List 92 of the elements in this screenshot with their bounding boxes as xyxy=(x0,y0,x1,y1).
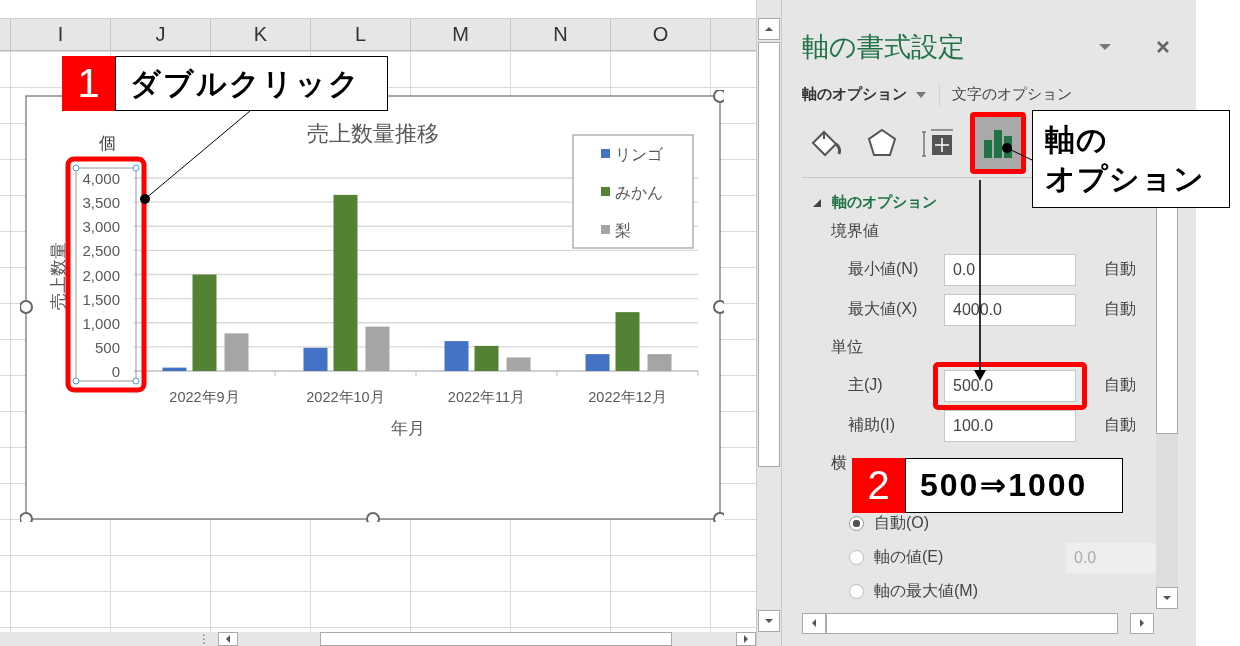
caret-icon xyxy=(1162,593,1172,602)
unit-label: 個 xyxy=(98,134,116,153)
group-label: 単位 xyxy=(831,337,863,358)
step-number: 1 xyxy=(62,56,115,111)
field-label: 主(J) xyxy=(848,375,884,396)
column-header[interactable]: N xyxy=(511,19,611,50)
selection-frame[interactable] xyxy=(72,164,140,385)
options-tab[interactable]: 文字のオプション xyxy=(952,85,1072,105)
scrollbar-thumb[interactable] xyxy=(1156,205,1178,434)
axis-title[interactable]: 売上数量 xyxy=(49,242,68,310)
axis-tick-label: 0 xyxy=(111,363,120,380)
close-icon[interactable] xyxy=(1156,40,1170,55)
legend-label: リンゴ xyxy=(615,146,663,163)
section-title[interactable]: 軸のオプション xyxy=(832,193,937,213)
callout-text: 500⇒1000 xyxy=(905,458,1123,513)
bar[interactable] xyxy=(192,274,217,371)
caret-icon xyxy=(1138,618,1146,629)
number-field[interactable]: 500.0 xyxy=(944,369,1076,402)
group-label: 横 xyxy=(831,453,847,474)
caret-icon xyxy=(742,634,751,644)
caret-icon xyxy=(764,25,774,33)
radio-button[interactable] xyxy=(849,516,864,532)
pane-title: 軸の書式設定 xyxy=(802,31,966,65)
reset-link[interactable]: 自動 xyxy=(1104,259,1136,281)
axis-title[interactable]: 年月 xyxy=(391,419,425,438)
bar[interactable] xyxy=(585,354,610,371)
caret-icon xyxy=(764,617,774,625)
axis-tick-label: 4,000 xyxy=(82,170,120,187)
column-header[interactable]: J xyxy=(111,19,211,50)
dropdown-icon[interactable] xyxy=(1098,43,1112,52)
caret-icon xyxy=(810,618,818,629)
column-header[interactable]: M xyxy=(411,19,511,50)
axis-tick-label: 3,500 xyxy=(82,194,120,212)
column-header[interactable]: I xyxy=(11,19,111,50)
column-header[interactable]: O xyxy=(611,19,711,50)
axis-tick-label: 2022年9月 xyxy=(169,389,240,405)
field-label: 最小値(N) xyxy=(848,259,920,280)
resize-handle[interactable] xyxy=(713,512,724,522)
bar[interactable] xyxy=(444,341,469,371)
legend[interactable] xyxy=(572,134,694,249)
axis-tick-label: 2,500 xyxy=(82,242,120,260)
resize-handle[interactable] xyxy=(713,300,724,314)
scroll-right-button[interactable] xyxy=(1130,612,1154,634)
axis-tick-label: 3,000 xyxy=(82,218,120,236)
scroll-up-button[interactable] xyxy=(758,18,780,40)
legend-label: みかん xyxy=(615,184,663,201)
axis-tick-label: 2022年11月 xyxy=(447,389,526,405)
scroll-down-button[interactable] xyxy=(1156,586,1178,609)
group-label: 境界値 xyxy=(831,221,879,242)
column-header[interactable]: K xyxy=(211,19,311,50)
scroll-right-button[interactable] xyxy=(736,632,756,646)
radio-label[interactable]: 自動(O) xyxy=(874,513,930,535)
callout-text: ダブルクリック xyxy=(115,56,388,111)
number-field[interactable]: 100.0 xyxy=(944,409,1076,442)
reset-link[interactable]: 自動 xyxy=(1104,375,1136,397)
options-tab[interactable]: 軸のオプション xyxy=(802,85,907,105)
scrollbar-thumb[interactable] xyxy=(758,42,780,467)
scrollbar-thumb[interactable] xyxy=(826,612,1118,634)
resize-handle[interactable] xyxy=(20,512,33,522)
chart-title[interactable]: 売上数量推移 xyxy=(307,121,439,146)
field-label: 補助(I) xyxy=(848,415,897,436)
axis-tick-label: 1,000 xyxy=(82,314,120,332)
axis-tick-label: 500 xyxy=(94,338,120,356)
radio-label[interactable]: 軸の最大値(M) xyxy=(874,581,978,603)
scroll-left-button[interactable] xyxy=(802,612,826,634)
number-field[interactable]: 0.0 xyxy=(944,253,1076,286)
resize-handle[interactable] xyxy=(713,90,724,103)
callout-text: オプション xyxy=(1045,161,1205,197)
collapse-icon[interactable] xyxy=(812,197,822,208)
axis-tick-label: 2022年12月 xyxy=(588,389,667,405)
reset-link[interactable]: 自動 xyxy=(1104,299,1136,321)
legend-label: 梨 xyxy=(615,222,631,239)
split-handle[interactable]: ⋮ xyxy=(198,632,212,646)
scroll-down-button[interactable] xyxy=(758,610,780,632)
callout-text: 軸の xyxy=(1045,122,1108,158)
axis-tick-label: 1,500 xyxy=(82,290,120,308)
column-header[interactable]: L xyxy=(311,19,411,50)
radio-button[interactable] xyxy=(849,584,864,600)
bar[interactable] xyxy=(615,312,640,371)
caret-icon[interactable] xyxy=(915,90,927,99)
scroll-left-button[interactable] xyxy=(217,632,238,646)
field-label: 最大値(X) xyxy=(848,299,919,320)
bar[interactable] xyxy=(333,194,358,371)
bar[interactable] xyxy=(162,367,187,371)
reset-link[interactable]: 自動 xyxy=(1104,415,1136,437)
resize-handle[interactable] xyxy=(20,300,33,314)
axis-tick-label: 2,000 xyxy=(82,266,120,284)
axis-tick-label: 2022年10月 xyxy=(306,389,385,405)
bar-chart-icon[interactable] xyxy=(970,112,1026,175)
resize-handle[interactable] xyxy=(366,512,380,522)
step-number: 2 xyxy=(852,458,905,513)
scrollbar-thumb[interactable] xyxy=(319,632,672,646)
